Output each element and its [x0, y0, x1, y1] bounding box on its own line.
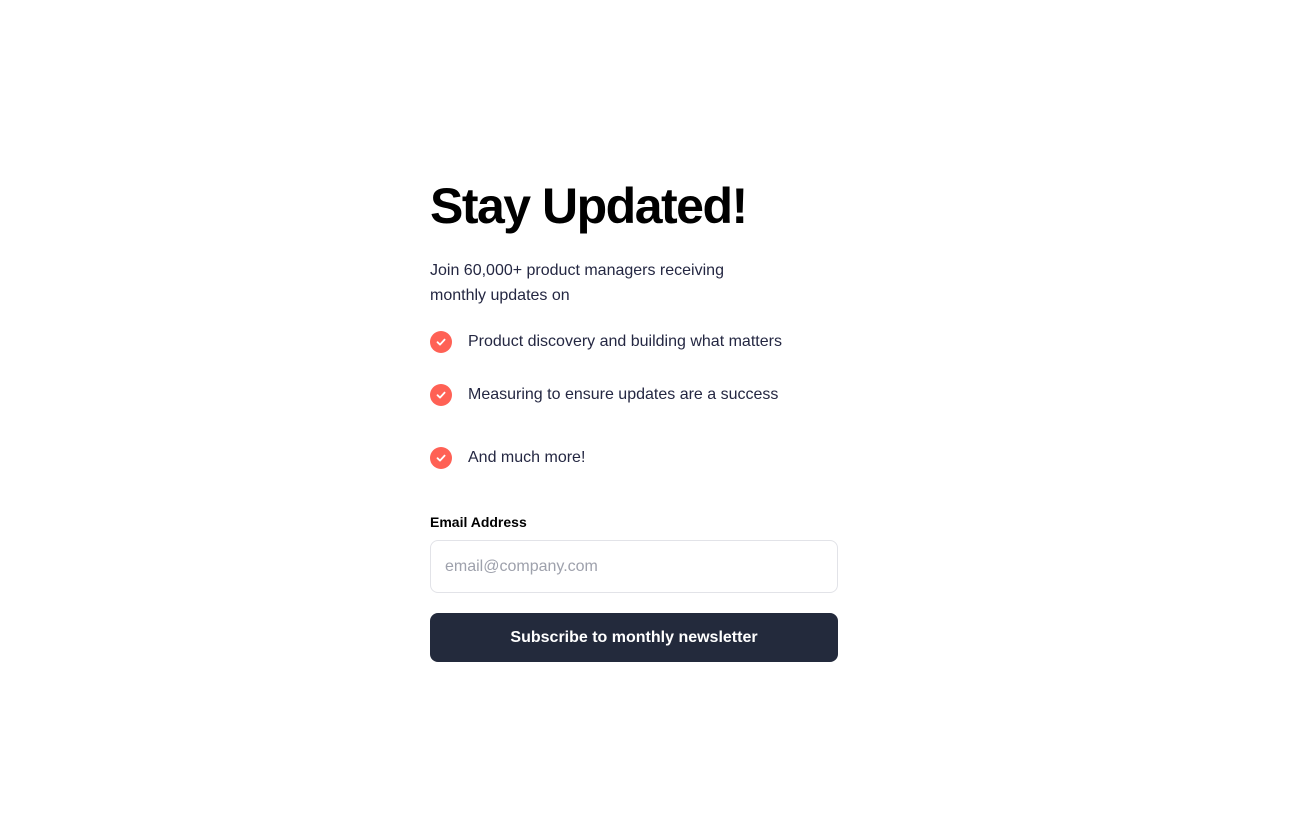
- feature-item: And much more!: [430, 446, 838, 470]
- feature-text: Product discovery and building what matt…: [468, 333, 782, 350]
- email-label: Email Address: [430, 514, 527, 530]
- check-circle-icon: [430, 331, 452, 353]
- email-field[interactable]: [430, 540, 838, 593]
- feature-list: Product discovery and building what matt…: [430, 330, 838, 470]
- subscribe-button[interactable]: Subscribe to monthly newsletter: [430, 613, 838, 662]
- check-circle-icon: [430, 384, 452, 406]
- feature-text: Measuring to ensure updates are a succes…: [468, 386, 779, 403]
- newsletter-signup-card: Stay Updated! Join 60,000+ product manag…: [430, 176, 838, 662]
- page-title: Stay Updated!: [430, 178, 748, 234]
- feature-item: Measuring to ensure updates are a succes…: [430, 383, 838, 407]
- subtitle: Join 60,000+ product managers receiving …: [430, 262, 724, 304]
- check-circle-icon: [430, 447, 452, 469]
- feature-text: And much more!: [468, 449, 586, 466]
- feature-item: Product discovery and building what matt…: [430, 330, 838, 354]
